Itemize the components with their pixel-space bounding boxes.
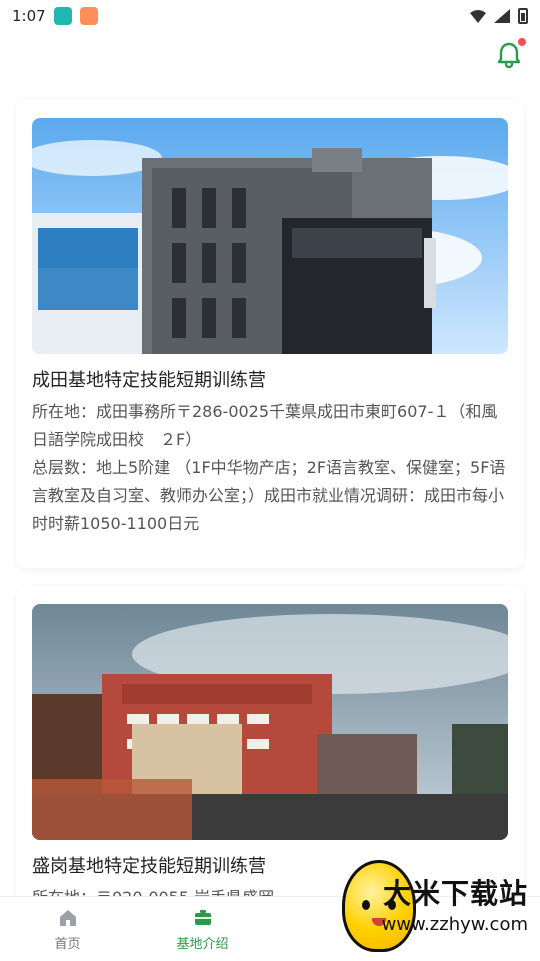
signal-icon [494, 9, 510, 23]
status-bar: 1:07 [0, 0, 540, 32]
watermark-overlay: 大米下载站 www.zzhyw.com [290, 854, 540, 960]
home-icon [59, 909, 76, 926]
watermark-url: www.zzhyw.com [381, 914, 528, 935]
base-photo [32, 604, 508, 840]
watermark-text: 大米下载站 www.zzhyw.com [382, 872, 528, 935]
app-notification-icon [79, 7, 98, 25]
tab-base-intro[interactable]: 基地介绍 [135, 897, 270, 961]
battery-icon [518, 8, 528, 24]
base-photo [32, 118, 508, 354]
base-card[interactable]: 成田基地特定技能短期训练营 所在地：成田事務所〒286-0025千葉県成田市東町… [16, 100, 524, 568]
briefcase-icon [194, 909, 211, 925]
top-bar [0, 32, 540, 88]
status-time: 1:07 [12, 7, 46, 25]
building-photo [32, 604, 508, 840]
app-notification-icon [53, 7, 72, 25]
notification-bell-button[interactable] [494, 38, 526, 70]
base-title: 成田基地特定技能短期训练营 [32, 370, 266, 391]
content-scroll[interactable]: 成田基地特定技能短期训练营 所在地：成田事務所〒286-0025千葉県成田市東町… [0, 88, 540, 896]
wifi-icon [470, 10, 486, 23]
building-photo [32, 118, 508, 354]
status-right [470, 8, 528, 24]
notification-dot [518, 38, 526, 46]
eye-icon [362, 900, 370, 910]
tab-label: 首页 [54, 936, 81, 952]
tab-label: 基地介绍 [176, 936, 229, 952]
status-left: 1:07 [12, 7, 98, 25]
watermark-brand: 大米下载站 [382, 877, 528, 910]
tab-home[interactable]: 首页 [0, 897, 135, 961]
base-card[interactable]: 盛岗基地特定技能短期训练营 所在地：〒020-0055 岩手県盛岡 [16, 586, 524, 896]
base-description: 所在地：成田事務所〒286-0025千葉県成田市東町607‐１（和風日語学院成田… [32, 402, 506, 533]
